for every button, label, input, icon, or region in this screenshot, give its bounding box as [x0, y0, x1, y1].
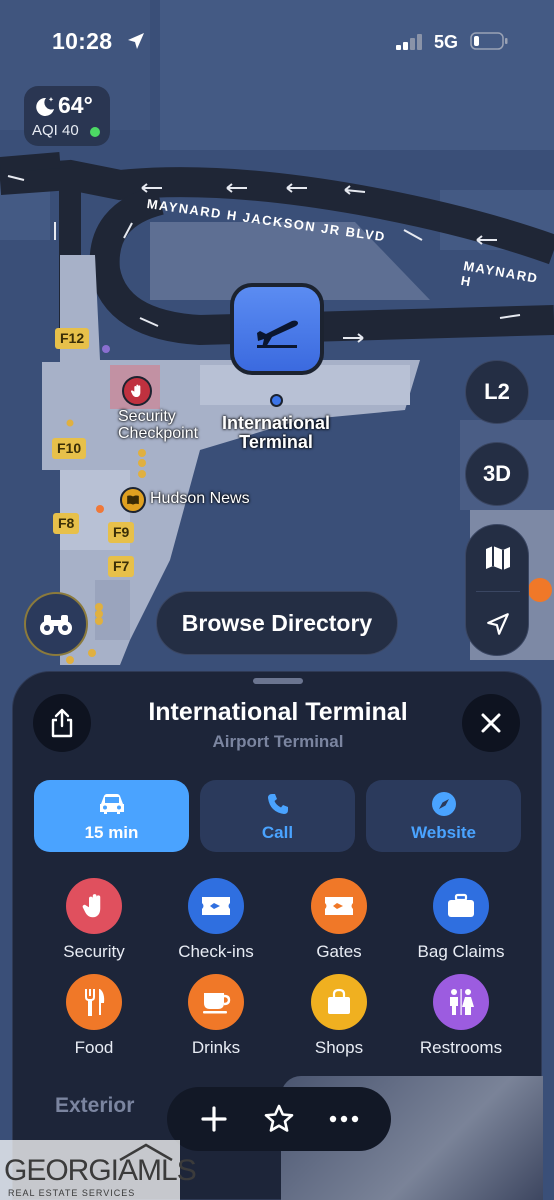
security-label-line1: Security — [118, 408, 176, 425]
book-icon — [127, 495, 139, 505]
status-time: 10:28 — [52, 28, 113, 54]
add-button[interactable] — [192, 1097, 236, 1141]
phone-icon — [267, 794, 288, 814]
category-food[interactable]: Food — [29, 974, 159, 1058]
binoculars-icon — [40, 615, 72, 635]
network-type: 5G — [434, 32, 459, 52]
location-arrow-icon — [128, 33, 144, 49]
category-drinks[interactable]: Drinks — [151, 974, 281, 1058]
moon-stars-icon — [36, 97, 54, 116]
hand-icon — [82, 894, 101, 918]
category-label: Gates — [316, 942, 362, 961]
location-arrow-outline-icon — [487, 613, 509, 635]
security-checkpoint-label: Security Checkpoint — [118, 408, 198, 442]
map-controls-group — [465, 524, 529, 656]
hudson-news-label: Hudson News — [150, 490, 250, 507]
security-checkpoint-pin[interactable] — [122, 376, 152, 406]
fork-knife-icon — [85, 989, 105, 1016]
close-button[interactable] — [462, 694, 520, 752]
restroom-icon — [450, 989, 474, 1015]
terminal-label-line2: Terminal — [239, 432, 313, 452]
cup-icon — [203, 993, 231, 1014]
georgia-mls-watermark: GEORGIAMLS REAL ESTATE SERVICES — [0, 1140, 197, 1200]
directions-button[interactable]: 15 min — [34, 780, 189, 852]
category-label: Restrooms — [419, 1038, 503, 1057]
call-button[interactable]: Call — [200, 780, 355, 852]
watermark-title: GEORGIAMLS — [4, 1154, 197, 1187]
watermark-subtitle: REAL ESTATE SERVICES — [8, 1188, 136, 1198]
website-label: Website — [411, 823, 476, 842]
sheet-grabber[interactable] — [253, 678, 303, 684]
category-bag-claims[interactable]: Bag Claims — [396, 878, 526, 962]
floating-action-bar — [167, 1087, 391, 1151]
level-selector-button[interactable]: L2 — [465, 360, 529, 424]
more-options-button[interactable] — [322, 1097, 366, 1141]
bag-icon — [328, 988, 350, 1014]
directions-label: 15 min — [84, 823, 139, 842]
website-button[interactable]: Website — [366, 780, 521, 852]
map-icon — [486, 546, 510, 570]
terminal-pin[interactable] — [230, 283, 324, 375]
terminal-map-label: International Terminal — [214, 414, 338, 452]
star-icon — [264, 1104, 294, 1132]
3d-view-button[interactable]: 3D — [465, 442, 529, 506]
category-label: Security — [63, 942, 125, 961]
place-card-sheet: International Terminal Airport Terminal … — [12, 671, 543, 1200]
terminal-location-dot — [270, 394, 283, 407]
gate-label-f12[interactable]: F12 — [55, 328, 90, 349]
gate-label-f7[interactable]: F7 — [108, 556, 135, 577]
compass-icon — [431, 792, 456, 816]
security-label-line2: Checkpoint — [118, 425, 199, 442]
category-security[interactable]: Security — [29, 878, 159, 962]
category-label: Bag Claims — [417, 942, 505, 961]
aqi-status-dot — [90, 127, 100, 137]
favorite-button[interactable] — [257, 1097, 301, 1141]
hand-icon — [130, 384, 141, 397]
category-gates[interactable]: Gates — [274, 878, 404, 962]
category-shops[interactable]: Shops — [274, 974, 404, 1058]
suitcase-icon — [448, 893, 474, 917]
category-label: Shops — [314, 1038, 364, 1057]
ticket-icon — [202, 897, 230, 915]
close-icon — [481, 713, 501, 733]
category-check-ins[interactable]: Check-ins — [151, 878, 281, 962]
exterior-section-label[interactable]: Exterior — [55, 1094, 134, 1118]
category-label: Check-ins — [178, 942, 254, 961]
weather-badge[interactable]: 64° AQI 40 — [24, 86, 110, 146]
gate-label-f10[interactable]: F10 — [52, 438, 87, 459]
aqi-label: AQI 40 — [32, 122, 79, 139]
gate-label-f9[interactable]: F9 — [108, 522, 135, 543]
gate-label-f8[interactable]: F8 — [53, 513, 80, 534]
car-icon — [99, 794, 124, 814]
category-label: Drinks — [191, 1038, 241, 1057]
hudson-news-pin[interactable] — [120, 487, 146, 513]
browse-directory-button[interactable]: Browse Directory — [156, 591, 398, 655]
weather-temperature: 64° — [58, 92, 93, 118]
status-bar: 10:28 5G — [0, 0, 554, 80]
cellular-signal-icon — [396, 34, 422, 50]
category-label: Food — [74, 1038, 114, 1057]
look-around-button[interactable] — [24, 592, 88, 656]
place-subtitle: Airport Terminal — [212, 732, 344, 751]
airplane-departure-icon — [257, 320, 298, 348]
plus-icon — [201, 1106, 227, 1132]
terminal-label-line1: International — [221, 413, 330, 433]
map-mode-button[interactable] — [466, 525, 530, 591]
battery-icon — [470, 32, 508, 50]
gate-ticket-icon — [325, 897, 353, 915]
call-label: Call — [261, 823, 294, 842]
ellipsis-icon — [330, 1115, 359, 1123]
track-location-button[interactable] — [466, 591, 530, 657]
category-restrooms[interactable]: Restrooms — [396, 974, 526, 1058]
